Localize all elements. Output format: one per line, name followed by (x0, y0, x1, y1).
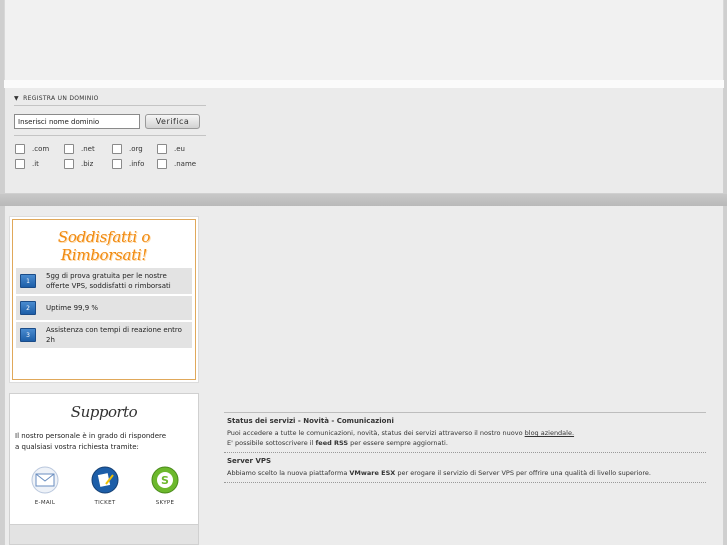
news-section: Status dei servizi - Novità - Comunicazi… (224, 412, 706, 483)
list-item: 1 5gg di prova gratuita per le nostre off… (16, 268, 192, 296)
tld-options: .com .net .org .eu .it .biz .info .name (15, 144, 206, 169)
number-badge-icon: 2 (20, 301, 36, 315)
list-item: 3 Assistenza con tempi di reazione entro… (16, 322, 192, 350)
domain-search-box: ▼ Registra un dominio Verifica .com .net… (14, 95, 206, 169)
section-divider (0, 194, 727, 206)
support-footer (10, 524, 198, 544)
tld-eu[interactable]: .eu (157, 144, 202, 154)
checkbox[interactable] (64, 159, 74, 169)
rss-feed-text: feed RSS (315, 439, 349, 447)
email-channel[interactable]: E-mail (30, 465, 60, 506)
guarantee-text: 5gg di prova gratuita per le nostre offer… (46, 272, 171, 290)
guarantee-text: Uptime 99,9 % (46, 304, 99, 312)
news-item: Status dei servizi - Novità - Comunicazi… (224, 413, 706, 453)
checkbox[interactable] (112, 159, 122, 169)
skype-channel[interactable]: S Skype (150, 465, 180, 506)
support-box: Supporto Il nostro personale è in grado … (9, 393, 199, 545)
tld-it[interactable]: .it (15, 159, 64, 169)
tld-info[interactable]: .info (112, 159, 157, 169)
skype-icon: S (151, 466, 179, 494)
guarantee-title: Soddisfatti o Rimborsati! (57, 228, 151, 264)
header-divider (4, 80, 724, 88)
domain-heading: ▼ Registra un dominio (14, 95, 206, 106)
tld-com[interactable]: .com (15, 144, 64, 154)
guarantee-list: 1 5gg di prova gratuita per le nostre off… (16, 268, 192, 350)
triangle-down-icon: ▼ (14, 95, 19, 102)
guarantee-box: Soddisfatti o Rimborsati! 1 5gg di prova… (9, 216, 199, 383)
domain-name-input[interactable] (14, 114, 140, 129)
blog-link[interactable]: blog aziendale. (525, 429, 574, 437)
number-badge-icon: 3 (20, 328, 36, 342)
ticket-icon (91, 466, 119, 494)
svg-text:S: S (161, 474, 169, 487)
domain-search-row: Verifica (14, 114, 206, 136)
checkbox[interactable] (112, 144, 122, 154)
tld-net[interactable]: .net (64, 144, 112, 154)
support-title: Supporto (70, 403, 138, 421)
news-text: Puoi accedere a tutte le comunicazioni, … (227, 429, 575, 437)
tld-org[interactable]: .org (112, 144, 157, 154)
checkbox[interactable] (157, 144, 167, 154)
guarantee-text: Assistenza con tempi di reazione entro 2… (46, 326, 182, 344)
verify-button[interactable]: Verifica (145, 114, 200, 129)
news-text: Abbiamo scelto la nuova piattaforma VMwa… (227, 469, 651, 477)
news-text: E' possibile sottoscrivere il feed RSS p… (227, 439, 448, 447)
checkbox[interactable] (15, 159, 25, 169)
news-item: Server VPS Abbiamo scelto la nuova piatt… (224, 453, 706, 483)
header-panel (4, 0, 724, 80)
news-title: Status dei servizi - Novità - Comunicazi… (227, 417, 394, 425)
news-title: Server VPS (227, 457, 272, 465)
list-item: 2 Uptime 99,9 % (16, 296, 192, 322)
tld-biz[interactable]: .biz (64, 159, 112, 169)
guarantee-inner: Soddisfatti o Rimborsati! 1 5gg di prova… (12, 219, 196, 380)
email-icon (31, 466, 59, 494)
checkbox[interactable] (64, 144, 74, 154)
checkbox[interactable] (15, 144, 25, 154)
page: ▼ Registra un dominio Verifica .com .net… (0, 0, 727, 545)
support-description: Il nostro personale è in grado di rispon… (15, 432, 167, 451)
tld-name[interactable]: .name (157, 159, 202, 169)
domain-heading-label: Registra un dominio (23, 95, 99, 102)
number-badge-icon: 1 (20, 274, 36, 288)
main-panel: Soddisfatti o Rimborsati! 1 5gg di prova… (4, 206, 724, 545)
ticket-channel[interactable]: Ticket (90, 465, 120, 506)
support-channels: E-mail Ticket S Skype (10, 465, 198, 506)
checkbox[interactable] (157, 159, 167, 169)
domain-panel: ▼ Registra un dominio Verifica .com .net… (4, 88, 724, 194)
